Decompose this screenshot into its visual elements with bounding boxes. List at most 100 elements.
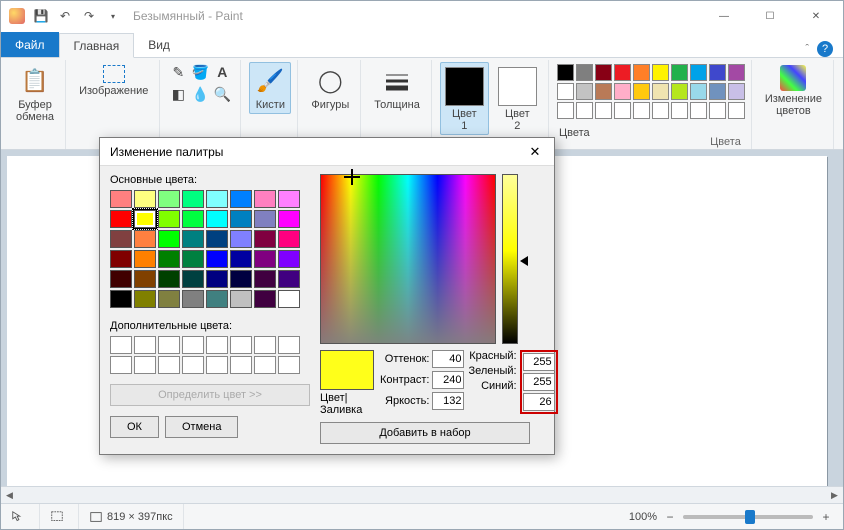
palette-color[interactable]	[709, 64, 726, 81]
basic-color[interactable]	[230, 290, 252, 308]
color-gradient[interactable]	[320, 174, 496, 344]
basic-color[interactable]	[110, 250, 132, 268]
basic-color[interactable]	[158, 190, 180, 208]
luminance-arrow-icon[interactable]	[520, 256, 528, 266]
gradient-cursor[interactable]	[347, 172, 357, 182]
shapes-button[interactable]: ◯ Фигуры	[306, 62, 354, 114]
basic-color[interactable]	[182, 230, 204, 248]
tab-view[interactable]: Вид	[134, 32, 184, 57]
basic-color[interactable]	[110, 230, 132, 248]
basic-color[interactable]	[110, 270, 132, 288]
cancel-button[interactable]: Отмена	[165, 416, 238, 438]
basic-color[interactable]	[134, 210, 156, 228]
basic-color[interactable]	[110, 210, 132, 228]
basic-color[interactable]	[230, 250, 252, 268]
brushes-button[interactable]: 🖌️ Кисти	[249, 62, 291, 114]
lum-input[interactable]	[432, 392, 464, 410]
basic-color[interactable]	[254, 210, 276, 228]
basic-color[interactable]	[278, 270, 300, 288]
undo-icon[interactable]: ↶	[53, 4, 77, 28]
thickness-button[interactable]: Толщина	[369, 62, 425, 114]
basic-color[interactable]	[206, 250, 228, 268]
palette-color[interactable]	[652, 83, 669, 100]
close-button[interactable]: ✕	[793, 1, 839, 31]
basic-color[interactable]	[254, 190, 276, 208]
palette-color[interactable]	[557, 102, 574, 119]
edit-colors-button[interactable]: Изменение цветов	[760, 62, 827, 120]
basic-color[interactable]	[254, 290, 276, 308]
qat-customize-icon[interactable]: ▾	[101, 4, 125, 28]
basic-color[interactable]	[206, 230, 228, 248]
palette-color[interactable]	[557, 64, 574, 81]
basic-color[interactable]	[230, 210, 252, 228]
basic-color[interactable]	[182, 290, 204, 308]
palette-color[interactable]	[576, 64, 593, 81]
hue-input[interactable]	[432, 350, 464, 368]
basic-color[interactable]	[134, 290, 156, 308]
collapse-ribbon-icon[interactable]: ˆ	[805, 43, 809, 55]
basic-color[interactable]	[134, 190, 156, 208]
custom-color-slot[interactable]	[110, 356, 132, 374]
tab-file[interactable]: Файл	[1, 32, 59, 57]
palette-color[interactable]	[557, 83, 574, 100]
fill-icon[interactable]: 🪣	[190, 62, 210, 82]
dialog-titlebar[interactable]: Изменение палитры ✕	[100, 138, 554, 166]
basic-color[interactable]	[230, 190, 252, 208]
custom-color-slot[interactable]	[278, 356, 300, 374]
basic-color[interactable]	[182, 270, 204, 288]
basic-color[interactable]	[158, 290, 180, 308]
palette-color[interactable]	[690, 64, 707, 81]
text-icon[interactable]: A	[212, 62, 232, 82]
save-icon[interactable]: 💾	[29, 4, 53, 28]
palette-color[interactable]	[652, 64, 669, 81]
basic-color[interactable]	[134, 250, 156, 268]
help-icon[interactable]: ?	[817, 41, 833, 57]
basic-color[interactable]	[230, 230, 252, 248]
custom-color-slot[interactable]	[206, 336, 228, 354]
basic-color[interactable]	[182, 250, 204, 268]
basic-color[interactable]	[230, 270, 252, 288]
basic-color[interactable]	[254, 250, 276, 268]
custom-color-slot[interactable]	[134, 336, 156, 354]
minimize-button[interactable]: —	[701, 1, 747, 31]
basic-color[interactable]	[182, 210, 204, 228]
palette-color[interactable]	[614, 83, 631, 100]
zoom-slider[interactable]	[683, 515, 813, 519]
basic-color[interactable]	[278, 250, 300, 268]
basic-color[interactable]	[206, 290, 228, 308]
basic-color[interactable]	[182, 190, 204, 208]
zoom-icon[interactable]: 🔍	[212, 84, 232, 104]
palette-color[interactable]	[614, 64, 631, 81]
custom-color-slot[interactable]	[278, 336, 300, 354]
color1-button[interactable]: Цвет 1	[440, 62, 489, 135]
luminance-bar[interactable]	[502, 174, 518, 344]
zoom-out-button[interactable]: −	[663, 510, 677, 524]
ok-button[interactable]: ОК	[110, 416, 159, 438]
palette-color[interactable]	[671, 102, 688, 119]
palette-color[interactable]	[728, 102, 745, 119]
basic-color[interactable]	[206, 210, 228, 228]
dialog-close-button[interactable]: ✕	[522, 142, 548, 162]
add-to-custom-button[interactable]: Добавить в набор	[320, 422, 530, 444]
basic-color[interactable]	[278, 210, 300, 228]
palette-color[interactable]	[576, 83, 593, 100]
red-input[interactable]	[523, 353, 555, 371]
basic-color[interactable]	[110, 290, 132, 308]
basic-color[interactable]	[158, 270, 180, 288]
palette-color[interactable]	[576, 102, 593, 119]
palette-color[interactable]	[690, 102, 707, 119]
palette-color[interactable]	[633, 83, 650, 100]
palette-color[interactable]	[690, 83, 707, 100]
custom-color-slot[interactable]	[158, 356, 180, 374]
scroll-right-icon[interactable]: ▶	[826, 487, 843, 504]
basic-colors-grid[interactable]	[110, 190, 310, 308]
scroll-left-icon[interactable]: ◀	[1, 487, 18, 504]
basic-color[interactable]	[158, 230, 180, 248]
custom-color-slot[interactable]	[134, 356, 156, 374]
basic-color[interactable]	[134, 230, 156, 248]
basic-color[interactable]	[206, 190, 228, 208]
eraser-icon[interactable]: ◧	[168, 84, 188, 104]
palette-color[interactable]	[728, 83, 745, 100]
basic-color[interactable]	[254, 230, 276, 248]
basic-color[interactable]	[278, 190, 300, 208]
